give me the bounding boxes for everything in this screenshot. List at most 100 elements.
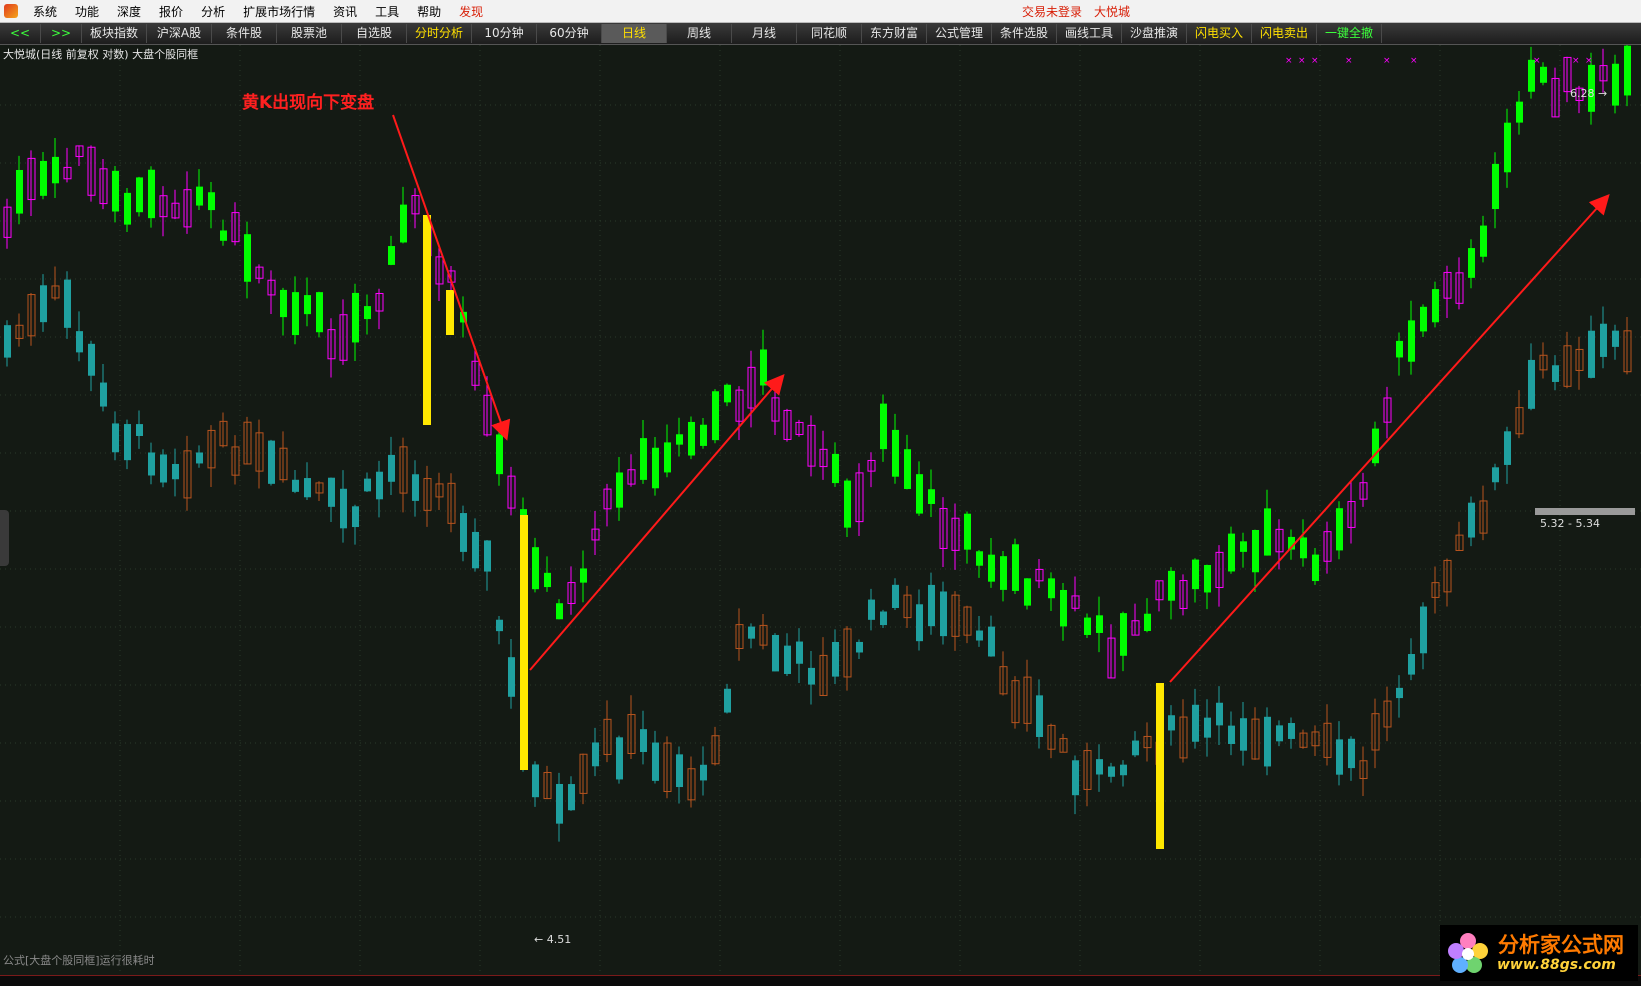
upper-candle <box>292 292 299 336</box>
lower-candle <box>1240 718 1247 751</box>
lower-candle <box>388 454 395 482</box>
menu-help[interactable]: 帮助 <box>408 3 450 20</box>
lower-candle <box>1612 330 1619 347</box>
upper-candle <box>1228 533 1235 572</box>
tab-watchlist[interactable]: 自选股 <box>342 24 407 43</box>
lower-candle <box>160 454 167 483</box>
upper-candle <box>1492 163 1499 210</box>
tab-60min[interactable]: 60分钟 <box>537 24 602 43</box>
price-level-bar <box>1535 508 1635 515</box>
upper-candle <box>1048 578 1055 599</box>
quick-sell-button[interactable]: 闪电卖出 <box>1252 24 1317 43</box>
upper-candle <box>1420 306 1427 332</box>
upper-candle <box>352 292 359 343</box>
lower-candle <box>748 626 755 639</box>
upper-candle <box>700 424 707 446</box>
menu-analysis[interactable]: 分析 <box>192 3 234 20</box>
login-status[interactable]: 交易未登录 <box>1022 3 1082 20</box>
kline-chart[interactable]: 5.32 - 5.34 6.28 → ← 4.51 × × × × × × × × × <box>0 45 1641 975</box>
upper-candle <box>616 472 623 508</box>
tab-a-shares[interactable]: 沪深A股 <box>147 24 212 43</box>
upper-candle <box>196 186 203 206</box>
signal-marker: × <box>1410 56 1418 66</box>
range-label: 5.32 - 5.34 <box>1540 517 1600 530</box>
upper-candle <box>1012 544 1019 591</box>
lower-candle <box>376 471 383 500</box>
upper-candle <box>832 453 839 484</box>
lower-candle <box>328 477 335 507</box>
signal-marker: × <box>1585 56 1593 66</box>
tab-10min[interactable]: 10分钟 <box>472 24 537 43</box>
lower-candle <box>700 764 707 781</box>
menu-system[interactable]: 系统 <box>24 3 66 20</box>
yellow-k-candle <box>423 215 431 425</box>
cancel-all-button[interactable]: 一键全撤 <box>1317 24 1382 43</box>
upper-candle <box>316 292 323 333</box>
upper-candle <box>1192 559 1199 590</box>
tab-stock-screener[interactable]: 条件选股 <box>992 24 1057 43</box>
upper-candle <box>1252 529 1259 573</box>
trend-arrow <box>1169 194 1610 683</box>
menu-ext-market[interactable]: 扩展市场行情 <box>234 3 324 20</box>
lower-candle <box>304 478 311 498</box>
lower-candle <box>460 513 467 552</box>
menu-depth[interactable]: 深度 <box>108 3 150 20</box>
upper-candle <box>496 434 503 475</box>
lower-candle <box>1288 723 1295 739</box>
tab-stock-pool[interactable]: 股票池 <box>277 24 342 43</box>
kline-chart-area[interactable]: 5.32 - 5.34 6.28 → ← 4.51 × × × × × × × × × <box>0 45 1641 975</box>
lower-candle <box>484 540 491 572</box>
lower-candle <box>196 452 203 464</box>
lower-candle <box>352 506 359 528</box>
upper-candle <box>1204 564 1211 593</box>
tab-eastmoney[interactable]: 东方财富 <box>862 24 927 43</box>
lower-candle <box>676 754 683 788</box>
upper-candle <box>1612 63 1619 106</box>
upper-candle <box>16 169 23 214</box>
lower-candle <box>1192 704 1199 742</box>
tab-formula-mgmt[interactable]: 公式管理 <box>927 24 992 43</box>
menu-quote[interactable]: 报价 <box>150 3 192 20</box>
lower-candle <box>652 742 659 781</box>
yellow-k-candle <box>446 290 454 335</box>
menu-discover[interactable]: 发现 <box>450 3 492 20</box>
menu-tools[interactable]: 工具 <box>366 3 408 20</box>
lower-candle <box>112 423 119 453</box>
tab-intraday[interactable]: 分时分析 <box>407 24 472 43</box>
tab-drawing-tools[interactable]: 画线工具 <box>1057 24 1122 43</box>
lower-candle <box>1168 715 1175 731</box>
nav-prev-button[interactable]: << <box>0 24 41 43</box>
upper-candle <box>52 156 59 184</box>
upper-candle <box>1468 248 1475 278</box>
upper-candle <box>1240 541 1247 552</box>
lower-candle <box>892 584 899 608</box>
lower-candle <box>4 325 11 358</box>
yellow-k-candle <box>520 515 528 770</box>
lower-candle <box>640 729 647 752</box>
lower-candle <box>496 619 503 632</box>
menu-function[interactable]: 功能 <box>66 3 108 20</box>
tab-condition-stocks[interactable]: 条件股 <box>212 24 277 43</box>
lower-candle <box>1528 359 1535 409</box>
lower-candle <box>1216 702 1223 726</box>
menu-news[interactable]: 资讯 <box>324 3 366 20</box>
nav-next-button[interactable]: >> <box>41 24 82 43</box>
tab-daily[interactable]: 日线 <box>602 24 667 43</box>
quick-buy-button[interactable]: 闪电买入 <box>1187 24 1252 43</box>
tab-monthly[interactable]: 月线 <box>732 24 797 43</box>
upper-candle <box>556 603 563 620</box>
lower-candle <box>724 688 731 713</box>
lower-candle <box>796 641 803 664</box>
tab-sector-index[interactable]: 板块指数 <box>82 24 147 43</box>
tab-weekly[interactable]: 周线 <box>667 24 732 43</box>
lower-candle <box>880 611 887 626</box>
lower-candle <box>1132 740 1139 756</box>
lower-candle <box>100 382 107 407</box>
tab-sandbox[interactable]: 沙盘推演 <box>1122 24 1187 43</box>
upper-candle <box>904 449 911 489</box>
tab-ths[interactable]: 同花顺 <box>797 24 862 43</box>
lower-candle <box>76 331 83 353</box>
side-panel-handle[interactable] <box>0 510 9 566</box>
high-price-label: 6.28 → <box>1570 87 1607 100</box>
upper-candle <box>580 568 587 583</box>
